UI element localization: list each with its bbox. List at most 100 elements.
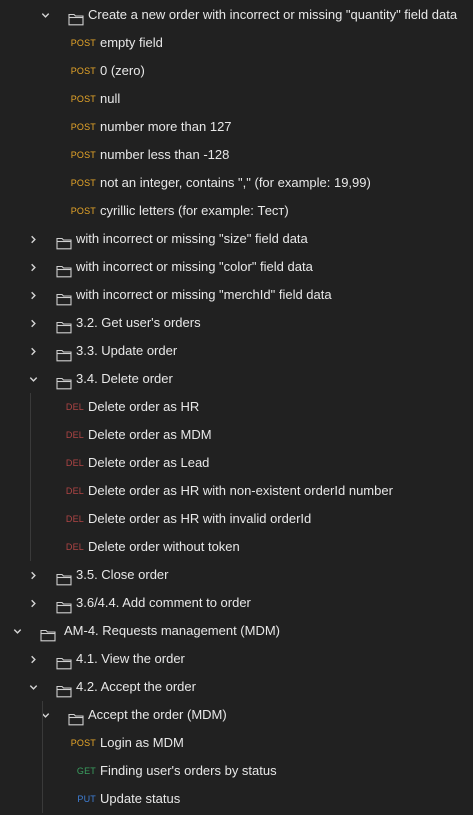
method-badge-get: GET: [76, 766, 96, 776]
tree-request[interactable]: POST not an integer, contains "," (for ex…: [0, 169, 473, 197]
tree-folder[interactable]: 3.3. Update order: [0, 337, 473, 365]
tree-folder[interactable]: with incorrect or missing "size" field d…: [0, 225, 473, 253]
request-label: Login as MDM: [100, 735, 184, 750]
folder-icon: [56, 652, 72, 670]
chevron-right-icon[interactable]: [26, 561, 40, 589]
request-label: number more than 127: [100, 119, 232, 134]
chevron-right-icon[interactable]: [26, 589, 40, 617]
chevron-down-icon[interactable]: [38, 1, 52, 29]
request-label: Delete order without token: [88, 539, 240, 554]
folder-label: 4.2. Accept the order: [76, 679, 196, 694]
method-badge-post: POST: [70, 94, 96, 104]
method-badge-del: DEL: [65, 430, 84, 440]
chevron-right-icon[interactable]: [26, 309, 40, 337]
folder-icon: [56, 316, 72, 334]
tree-folder[interactable]: Create a new order with incorrect or mis…: [0, 1, 473, 29]
tree-folder[interactable]: Accept the order (MDM): [0, 701, 473, 729]
folder-icon: [56, 344, 72, 362]
tree-request[interactable]: DEL Delete order as HR: [0, 393, 473, 421]
request-label: Delete order as HR with non-existent ord…: [88, 483, 393, 498]
tree-request[interactable]: DEL Delete order as MDM: [0, 421, 473, 449]
method-badge-post: POST: [70, 738, 96, 748]
folder-label: with incorrect or missing "merchId" fiel…: [76, 287, 332, 302]
folder-label: Accept the order (MDM): [88, 707, 227, 722]
collection-tree: Create a new order with incorrect or mis…: [0, 1, 473, 813]
request-label: not an integer, contains "," (for exampl…: [100, 175, 371, 190]
folder-label: 3.3. Update order: [76, 343, 178, 358]
folder-icon: [56, 680, 72, 698]
chevron-down-icon[interactable]: [26, 673, 40, 701]
tree-folder[interactable]: 3.5. Close order: [0, 561, 473, 589]
tree-request[interactable]: POST 0 (zero): [0, 57, 473, 85]
chevron-down-icon[interactable]: [26, 365, 40, 393]
chevron-right-icon[interactable]: [26, 253, 40, 281]
tree-request[interactable]: DEL Delete order as Lead: [0, 449, 473, 477]
folder-label: 3.4. Delete order: [76, 371, 173, 386]
tree-request[interactable]: POST empty field: [0, 29, 473, 57]
tree-request[interactable]: POST null: [0, 85, 473, 113]
request-label: empty field: [100, 35, 163, 50]
folder-label: 3.2. Get user's orders: [76, 315, 201, 330]
request-label: Update status: [100, 791, 181, 806]
chevron-right-icon[interactable]: [26, 225, 40, 253]
request-label: Delete order as Lead: [88, 455, 210, 470]
chevron-right-icon[interactable]: [26, 281, 40, 309]
tree-folder[interactable]: AM-4. Requests management (MDM): [0, 617, 473, 645]
request-label: Delete order as HR: [88, 399, 200, 414]
request-label: Delete order as MDM: [88, 427, 212, 442]
request-label: 0 (zero): [100, 63, 145, 78]
tree-folder[interactable]: 4.1. View the order: [0, 645, 473, 673]
method-badge-put: PUT: [77, 794, 96, 804]
folder-label: 3.6/4.4. Add comment to order: [76, 595, 251, 610]
tree-folder[interactable]: with incorrect or missing "color" field …: [0, 253, 473, 281]
tree-folder[interactable]: 3.2. Get user's orders: [0, 309, 473, 337]
tree-request[interactable]: POST Login as MDM: [0, 729, 473, 757]
request-label: number less than -128: [100, 147, 230, 162]
folder-label: AM-4. Requests management (MDM): [64, 623, 281, 638]
tree-folder[interactable]: with incorrect or missing "merchId" fiel…: [0, 281, 473, 309]
folder-label: Create a new order with incorrect or mis…: [88, 7, 458, 22]
chevron-right-icon[interactable]: [26, 645, 40, 673]
indent-guide: [30, 393, 31, 561]
tree-folder[interactable]: 3.6/4.4. Add comment to order: [0, 589, 473, 617]
method-badge-del: DEL: [65, 402, 84, 412]
tree-request[interactable]: PUT Update status: [0, 785, 473, 813]
request-label: null: [100, 91, 121, 106]
method-badge-del: DEL: [65, 486, 84, 496]
tree-request[interactable]: POST number less than -128: [0, 141, 473, 169]
tree-folder[interactable]: 4.2. Accept the order: [0, 673, 473, 701]
tree-request[interactable]: DEL Delete order as HR with invalid order…: [0, 505, 473, 533]
folder-label: with incorrect or missing "color" field …: [76, 259, 313, 274]
folder-label: 3.5. Close order: [76, 567, 169, 582]
folder-icon: [56, 568, 72, 586]
method-badge-post: POST: [70, 206, 96, 216]
method-badge-del: DEL: [65, 542, 84, 552]
chevron-down-icon[interactable]: [38, 701, 52, 729]
folder-icon: [40, 624, 56, 642]
chevron-right-icon[interactable]: [26, 337, 40, 365]
request-label: cyrillic letters (for example: Тест): [100, 203, 289, 218]
tree-folder[interactable]: 3.4. Delete order: [0, 365, 473, 393]
method-badge-post: POST: [70, 38, 96, 48]
request-label: Finding user's orders by status: [100, 763, 277, 778]
method-badge-del: DEL: [65, 514, 84, 524]
folder-icon: [68, 708, 84, 726]
method-badge-del: DEL: [65, 458, 84, 468]
tree-request[interactable]: DEL Delete order without token: [0, 533, 473, 561]
indent-guide: [42, 701, 43, 813]
tree-request[interactable]: POST number more than 127: [0, 113, 473, 141]
tree-request[interactable]: GET Finding user's orders by status: [0, 757, 473, 785]
folder-icon: [56, 596, 72, 614]
chevron-down-icon[interactable]: [10, 617, 24, 645]
method-badge-post: POST: [70, 150, 96, 160]
tree-request[interactable]: POST cyrillic letters (for example: Тест): [0, 197, 473, 225]
method-badge-post: POST: [70, 178, 96, 188]
folder-label: with incorrect or missing "size" field d…: [76, 231, 308, 246]
method-badge-post: POST: [70, 66, 96, 76]
folder-icon: [56, 232, 72, 250]
method-badge-post: POST: [70, 122, 96, 132]
folder-icon: [56, 288, 72, 306]
folder-icon: [68, 8, 84, 26]
request-label: Delete order as HR with invalid orderId: [88, 511, 312, 526]
tree-request[interactable]: DEL Delete order as HR with non-existent …: [0, 477, 473, 505]
